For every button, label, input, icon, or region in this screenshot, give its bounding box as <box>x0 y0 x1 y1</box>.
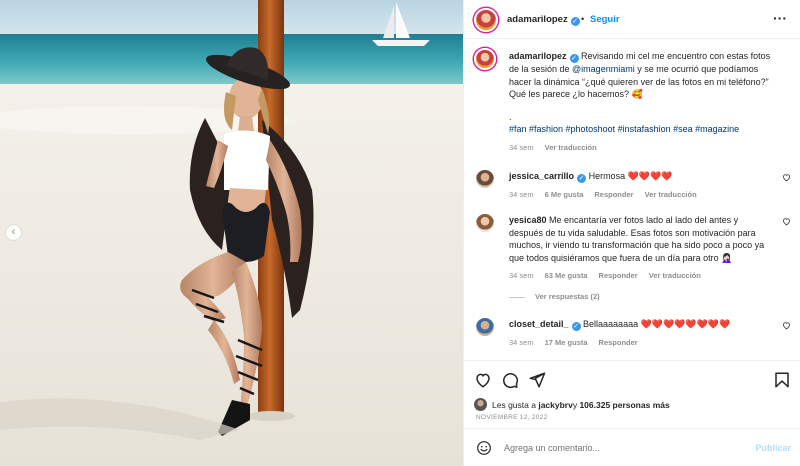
caption-avatar[interactable] <box>474 48 496 70</box>
commenter-avatar[interactable] <box>474 168 496 190</box>
verified-badge-icon: ✓ <box>571 322 581 331</box>
likes-summary[interactable]: Les gusta a jackybrv y 106.325 personas … <box>474 398 794 411</box>
instagram-post: ‹ adamarilopez ✓ • Seguir ··· adamarilope… <box>0 0 800 466</box>
author-avatar[interactable] <box>474 8 498 32</box>
caption-dot: . <box>509 111 512 122</box>
beach-photo-illustration <box>0 0 463 466</box>
caption-hashtags[interactable]: #fan #fashion #photoshoot #instafashion … <box>509 123 773 136</box>
like-comment-heart-icon[interactable] <box>782 321 791 330</box>
bookmark-icon[interactable] <box>773 371 791 389</box>
comment-time: 34 sem <box>509 190 534 199</box>
view-replies-button[interactable]: Ver respuestas (2) <box>509 292 600 301</box>
verified-badge-icon: ✓ <box>570 17 580 26</box>
comment-meta: 34 sem 17 Me gusta Responder <box>509 337 773 350</box>
emoji-icon[interactable] <box>476 440 492 456</box>
author-username[interactable]: adamarilopez ✓ <box>507 14 580 26</box>
share-icon[interactable] <box>528 371 546 389</box>
like-comment-heart-icon[interactable] <box>782 173 791 182</box>
reply-button[interactable]: Responder <box>594 190 633 199</box>
comment-meta: 34 sem 6 Me gusta Responder Ver traducción <box>509 189 773 202</box>
commenter-avatar[interactable] <box>474 212 496 234</box>
comment-text: Me encantaría ver fotos lado al lado del… <box>509 215 765 263</box>
post-header: adamarilopez ✓ • Seguir ··· <box>464 0 800 39</box>
caption-meta: 34 sem Ver traducción <box>509 142 773 155</box>
publish-button[interactable]: Publicar <box>755 443 791 453</box>
likes-prefix: Les gusta a <box>492 399 536 410</box>
caption-body: adamarilopez ✓ Revisando mi cel me encuen… <box>509 50 773 154</box>
comment-text: Bellaaaaaaaa ❤️❤️❤️❤️❤️❤️❤️❤️ <box>580 319 731 329</box>
commenter-avatar[interactable] <box>474 316 496 338</box>
caption-translate-link[interactable]: Ver traducción <box>545 143 597 152</box>
reply-button[interactable]: Responder <box>599 338 638 347</box>
comment-icon[interactable] <box>501 371 519 389</box>
chevron-left-icon: ‹ <box>11 226 16 238</box>
comment-body: closet_detail_ ✓ Bellaaaaaaaa ❤️❤️❤️❤️❤️❤… <box>509 318 773 350</box>
caption-username[interactable]: adamarilopez <box>509 51 567 61</box>
translate-link[interactable]: Ver traducción <box>649 271 701 280</box>
likes-middle: y <box>572 399 578 410</box>
caption-time: 34 sem <box>509 142 534 152</box>
post-date: NOVIEMBRE 12, 2022 <box>476 414 548 421</box>
liker-avatar[interactable] <box>474 398 487 411</box>
follow-button[interactable]: Seguir <box>590 14 620 25</box>
verified-badge-icon: ✓ <box>569 54 579 63</box>
comment-text: Hermosa ❤️❤️❤️❤️ <box>586 171 673 181</box>
comment-likes[interactable]: 17 Me gusta <box>545 338 588 347</box>
comments-list[interactable]: adamarilopez ✓ Revisando mi cel me encuen… <box>464 40 800 360</box>
action-bar <box>464 360 800 395</box>
separator-dot: • <box>581 14 585 24</box>
comment-username[interactable]: yesica80 <box>509 215 547 225</box>
comment-body: jessica_carrillo ✓ Hermosa ❤️❤️❤️❤️ 34 se… <box>509 170 773 202</box>
translate-link[interactable]: Ver traducción <box>645 190 697 199</box>
add-comment-bar: Publicar <box>464 428 800 466</box>
comment-time: 34 sem <box>509 271 534 280</box>
like-comment-heart-icon[interactable] <box>782 217 791 226</box>
post-photo[interactable]: ‹ <box>0 0 463 466</box>
heart-icon[interactable] <box>474 371 492 389</box>
comment-likes[interactable]: 63 Me gusta <box>545 271 588 280</box>
more-options-icon[interactable]: ··· <box>773 10 787 26</box>
replies-divider <box>509 296 525 298</box>
comment-input[interactable] <box>504 443 724 453</box>
comment-meta: 34 sem 63 Me gusta Responder Ver traducción <box>509 270 773 283</box>
comment-time: 34 sem <box>509 338 534 347</box>
reply-button[interactable]: Responder <box>599 271 638 280</box>
caption-mention-link[interactable]: @imagenmiami <box>572 64 635 74</box>
comment-body: yesica80 Me encantaría ver fotos lado al… <box>509 214 773 283</box>
post-details-panel: adamarilopez ✓ • Seguir ··· adamarilopez ✓… <box>463 0 800 466</box>
previous-image-button[interactable]: ‹ <box>5 224 22 241</box>
liker-username[interactable]: jackybrv <box>538 400 573 410</box>
comment-username[interactable]: closet_detail_ <box>509 319 569 329</box>
verified-badge-icon: ✓ <box>577 174 587 183</box>
comment-username[interactable]: jessica_carrillo <box>509 171 574 181</box>
comment-likes[interactable]: 6 Me gusta <box>545 190 584 199</box>
likes-count[interactable]: 106.325 personas más <box>579 400 669 410</box>
